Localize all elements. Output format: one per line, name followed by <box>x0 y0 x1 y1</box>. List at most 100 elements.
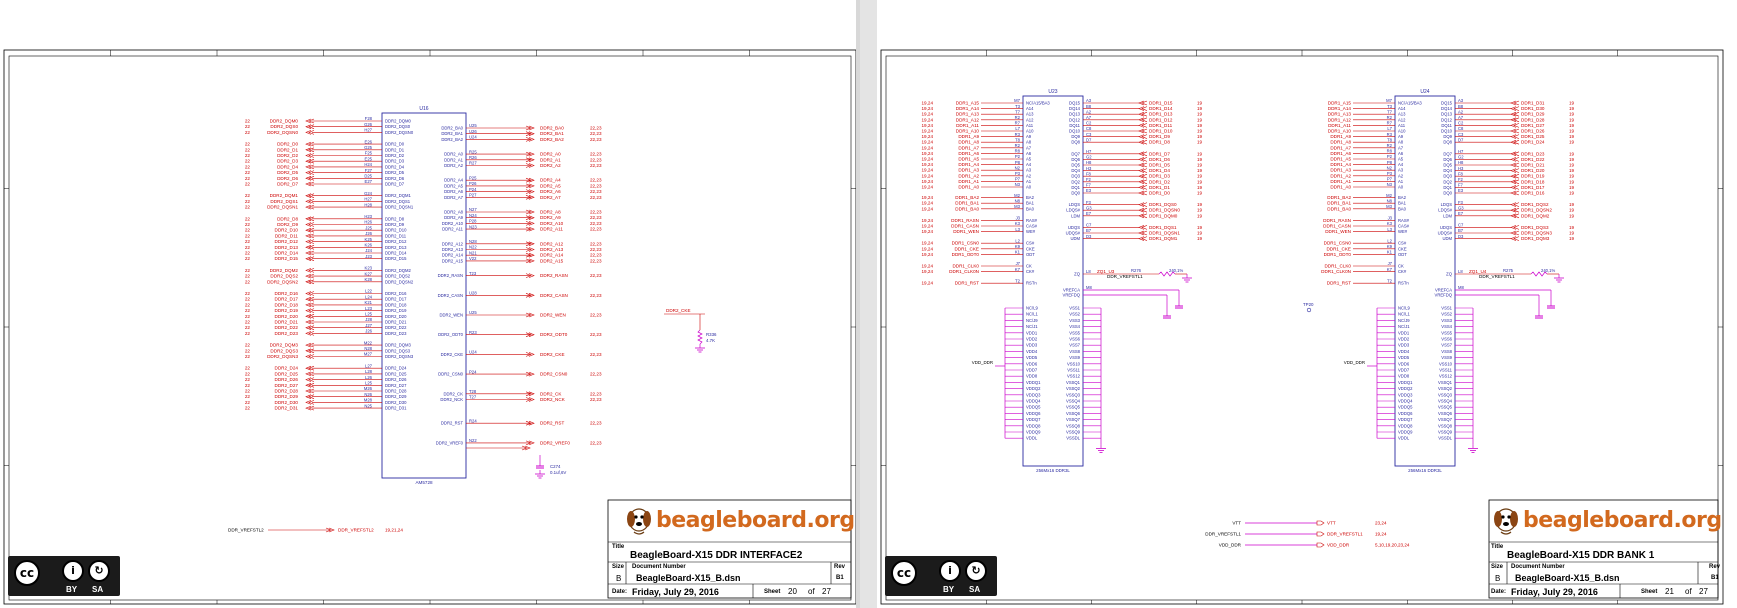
page-ref: 19 <box>1569 174 1575 179</box>
net-label: DDR1_A11 <box>956 123 979 128</box>
page-ref: 19 <box>1197 185 1203 190</box>
page-ref: 19 <box>1197 151 1203 156</box>
pin-name: DDR2_D26 <box>385 377 407 382</box>
pin-name: A14 <box>1398 106 1406 111</box>
pin-name: DQ4 <box>1071 168 1080 173</box>
page-ref: 19 <box>1569 231 1575 236</box>
pin-name: A12 <box>1026 117 1034 122</box>
pin-name: VSS6 <box>1441 337 1452 342</box>
pin-name: DDR2_D25 <box>385 371 407 376</box>
pin-name: VSSQ1 <box>1438 380 1453 385</box>
pin-name: DDR2_A1 <box>444 157 464 162</box>
pin-number: F2 <box>1458 177 1464 182</box>
sa-icon: ↻ <box>88 560 110 582</box>
pin-name: DQ11 <box>1441 123 1452 128</box>
pin-name: VSS5 <box>1441 330 1452 335</box>
pin-number: R26 <box>469 155 477 160</box>
pin-number: N22 <box>469 438 477 443</box>
pin-number: K7 <box>1387 267 1393 272</box>
page-ref: 19 <box>1197 117 1203 122</box>
pin-name: NC/J9 <box>1398 318 1410 323</box>
pin-number: F25 <box>365 151 373 156</box>
offpage-connector-icon <box>1316 520 1325 526</box>
pin-number: E7 <box>1086 211 1092 216</box>
net-label: DDR1_D15 <box>1149 101 1173 106</box>
net-label: DDR2_DQM1 <box>270 193 299 198</box>
page-ref: 22,23 <box>590 210 602 215</box>
bus-arrow-icon <box>1138 117 1148 123</box>
net-label: DDR2_BA2 <box>540 137 564 142</box>
pin-name: NC/L1 <box>1026 312 1039 317</box>
pin-number: J26 <box>365 231 372 236</box>
schematic-page-ddr-bank1: U23 256Mx16 DDR3L M7 NC/A15/BA3 DDR1_A15 19,2… <box>877 0 1737 608</box>
net-label: DDR1_CLK0 <box>1324 264 1351 269</box>
net-label: DDR1_A13 <box>956 112 980 117</box>
pin-name: VSSQ3 <box>1066 392 1081 397</box>
pin-number: R2 <box>1015 115 1021 120</box>
net-label: DDR1_D14 <box>1149 106 1173 111</box>
pin-name: DQ5 <box>1443 163 1452 168</box>
bus-arrow-icon <box>1138 230 1148 236</box>
pin-name: DDR2_DQM1 <box>385 193 411 198</box>
bus-arrow-icon <box>1510 151 1520 157</box>
bus-arrow-icon <box>1510 100 1520 106</box>
net-label: DDR2_A6 <box>540 189 561 194</box>
cc-by-sa-license-badge[interactable]: cc i ↻ BY SA <box>885 556 997 596</box>
bus-arrow-icon <box>1510 134 1520 139</box>
beagleboard-logo-text[interactable]: beagleboard.org <box>656 508 855 533</box>
page-ref: 19 <box>1569 191 1575 196</box>
page-ref: 22 <box>245 366 251 371</box>
pin-name: DDR2_A10 <box>442 221 464 226</box>
pin-name: NC/J1 <box>1398 324 1410 329</box>
net-label: DDR1_DQSN3 <box>1521 231 1552 236</box>
beagleboard-logo-text[interactable]: beagleboard.org <box>1523 508 1722 533</box>
net-label: DDR2_D6 <box>277 176 298 181</box>
rev-value: B1 <box>836 575 844 581</box>
net-label: DDR1_A0 <box>1330 185 1351 190</box>
pin-number: F3 <box>1458 200 1464 205</box>
bus-arrow-icon <box>1138 202 1148 207</box>
page-ref: 22,23 <box>590 293 602 298</box>
page-ref: 19 <box>1197 134 1203 139</box>
pin-name: ZQ <box>1446 272 1453 277</box>
pin-name: DQ1 <box>1071 185 1080 190</box>
pin-number: G25 <box>364 145 373 150</box>
pin-name: ODT <box>1026 252 1035 257</box>
pin-number: C7 <box>1086 223 1092 228</box>
cc-by-sa-license-badge[interactable]: cc i ↻ BY SA <box>8 556 120 596</box>
page-ref: 22,23 <box>590 221 602 226</box>
pin-name: DQ5 <box>1071 163 1080 168</box>
pin-number: H27 <box>364 128 372 133</box>
page-ref: 5,10,19,20,23,24 <box>1375 543 1410 548</box>
pin-name: VDDQ7 <box>1026 417 1041 422</box>
page-ref: 19 <box>1197 236 1203 241</box>
net-label: VDD_DDR <box>1327 543 1350 548</box>
net-label: DDR1_A2 <box>958 173 979 178</box>
res-value: 4.7K <box>706 338 715 343</box>
pin-number: P28 <box>469 219 477 224</box>
pin-name: CAS# <box>1026 224 1038 229</box>
net-label: DDR1_A15 <box>956 101 980 106</box>
pin-number: N21 <box>469 250 477 255</box>
page-ref: 19 <box>1569 101 1575 106</box>
pin-number: N23 <box>469 224 477 229</box>
net-label: DDR1_A1 <box>958 179 979 184</box>
net-label: DDR2_BA1 <box>540 131 564 136</box>
pin-name: CKE <box>1398 246 1407 251</box>
pin-name: A11 <box>1026 123 1034 128</box>
pin-name: DDR2_D29 <box>385 394 407 399</box>
page-ref: 22,23 <box>590 131 602 136</box>
pin-name: VSS1 <box>1069 306 1080 311</box>
pin-name: VDDQ1 <box>1026 380 1041 385</box>
net-label: DDR1_CASN <box>1323 224 1351 229</box>
page-ref: 22,23 <box>590 247 602 252</box>
by-icon: i <box>62 560 84 582</box>
pin-name: DDR2_DQSN0 <box>385 130 414 135</box>
net-label: DDR1_D19 <box>1521 174 1545 179</box>
pin-number: N2 <box>1387 165 1393 170</box>
page-ref: 19 <box>1197 225 1203 230</box>
net-label: DDR1_DQSN0 <box>1149 208 1180 213</box>
pin-number: E27 <box>365 179 373 184</box>
pin-number: K9 <box>1387 244 1393 249</box>
pin-number: L3 <box>1015 227 1020 232</box>
